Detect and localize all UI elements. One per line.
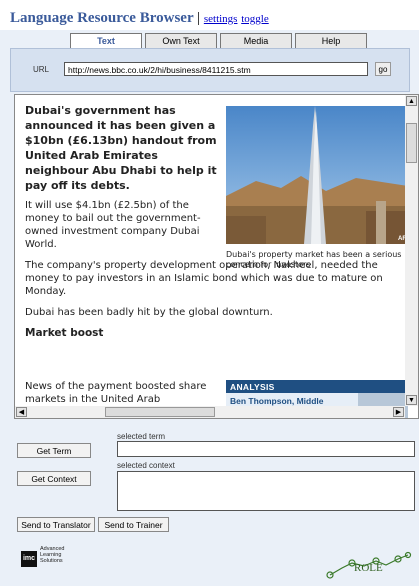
send-to-translator-button[interactable]: Send to Translator — [17, 517, 95, 532]
burj-khalifa-image — [226, 106, 408, 244]
get-term-button[interactable]: Get Term — [17, 443, 91, 458]
tab-own-text[interactable]: Own Text — [145, 33, 217, 48]
article-paragraph: Dubai has been badly hit by the global d… — [25, 307, 273, 318]
vertical-scrollbar[interactable]: ▲ ▼ — [405, 95, 418, 406]
horizontal-scroll-thumb[interactable] — [105, 407, 215, 417]
role-logo: ROLE — [324, 549, 414, 581]
settings-link[interactable]: settings — [204, 13, 238, 25]
article-subheading: Market boost — [25, 327, 104, 339]
article-frame: Dubai's government has announced it has … — [14, 94, 419, 419]
tab-media[interactable]: Media — [220, 33, 292, 48]
url-label: URL — [33, 65, 50, 74]
scroll-up-icon[interactable]: ▲ — [406, 96, 417, 106]
url-input[interactable]: http://news.bbc.co.uk/2/hi/business/8411… — [64, 62, 368, 76]
app-title: Language Resource Browser | settings tog… — [10, 10, 269, 27]
article-paragraph: News of the payment boosted share market… — [25, 381, 207, 405]
selected-term-field[interactable] — [117, 441, 415, 457]
role-logo-text: ROLE — [354, 562, 383, 574]
imc-logo-text: Advanced Learning Solutions — [40, 546, 65, 564]
app-title-text: Language Resource Browser — [10, 10, 194, 26]
analysis-author: Ben Thompson, Middle — [230, 396, 324, 406]
go-button[interactable]: go — [375, 62, 391, 76]
header-bar: Language Resource Browser | settings tog… — [0, 0, 419, 30]
analysis-label: ANALYSIS — [230, 382, 275, 392]
article-headline: Dubai's government has announced it has … — [25, 104, 217, 192]
tab-help[interactable]: Help — [295, 33, 367, 48]
selected-context-label: selected context — [117, 461, 175, 470]
scroll-left-icon[interactable]: ◀ — [16, 407, 27, 417]
vertical-scroll-thumb[interactable] — [406, 123, 417, 163]
selected-term-label: selected term — [117, 432, 166, 441]
send-to-trainer-button[interactable]: Send to Trainer — [98, 517, 169, 532]
toggle-link[interactable]: toggle — [241, 13, 269, 25]
image-caption: Dubai's property market has been a serio… — [226, 250, 402, 269]
role-network-icon: ROLE — [326, 551, 412, 579]
article-image: AF — [226, 106, 408, 244]
horizontal-scrollbar[interactable]: ◀ ▶ — [15, 406, 405, 418]
scroll-down-icon[interactable]: ▼ — [406, 395, 417, 405]
article-paragraph: It will use $4.1bn (£2.5bn) of the money… — [25, 200, 201, 250]
imc-logo: imc Advanced Learning Solutions — [21, 544, 81, 570]
imc-logo-mark: imc — [21, 551, 37, 567]
scroll-right-icon[interactable]: ▶ — [393, 407, 404, 417]
selected-context-field[interactable] — [117, 471, 415, 511]
tab-text[interactable]: Text — [70, 33, 142, 48]
get-context-button[interactable]: Get Context — [17, 471, 91, 486]
title-separator: | — [197, 10, 201, 26]
tab-bar: Text Own Text Media Help — [70, 33, 367, 48]
